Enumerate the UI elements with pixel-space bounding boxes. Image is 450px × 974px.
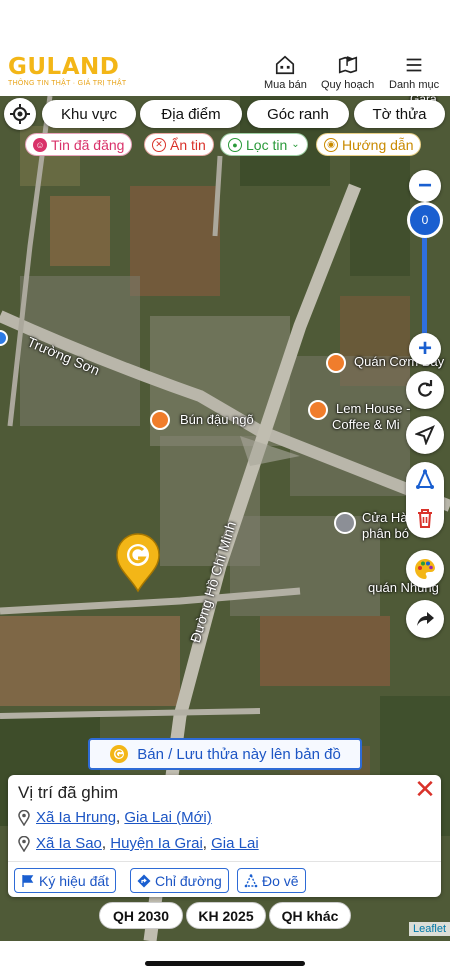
address-new: Xã Ia Hrung, Gia Lai (Mới) [18, 809, 212, 826]
button-label: Chỉ đường [155, 872, 222, 889]
land-symbol-button[interactable]: Ký hiệu đất [14, 868, 117, 893]
zoom-out-button[interactable]: − [409, 170, 441, 202]
tag-loc-tin[interactable]: ● Lọc tin ⌄ [220, 133, 308, 156]
card-title: Vị trí đã ghim [18, 783, 119, 802]
link-huyen-ia-grai[interactable]: Huyện Ia Grai [110, 835, 203, 852]
bottom-safe-area [0, 941, 450, 974]
app-header: GULAND THÔNG TIN THẬT · GIÁ TRỊ THẬT Mua… [0, 0, 450, 96]
palette-icon [415, 558, 435, 579]
leaflet-attribution[interactable]: Leaflet [408, 922, 450, 936]
filter-to-thua[interactable]: Tờ thửa [354, 100, 445, 128]
guland-logo[interactable]: GULAND THÔNG TIN THẬT · GIÁ TRỊ THẬT [8, 54, 127, 88]
zoom-slider-handle[interactable]: 0 [407, 202, 443, 238]
close-card-button[interactable]: ✕ [413, 776, 437, 802]
nav-label: Mua bán [264, 79, 307, 91]
filter-khu-vuc[interactable]: Khu vực [42, 100, 136, 128]
coffee-poi-icon[interactable] [308, 400, 328, 420]
locate-me-button[interactable] [4, 98, 36, 130]
crosshair-icon [10, 104, 30, 124]
poi-label[interactable]: phân bó [362, 526, 409, 541]
navigate-button[interactable] [406, 416, 444, 454]
share-button[interactable] [406, 600, 444, 638]
link-gia-lai[interactable]: Gia Lai [211, 835, 259, 852]
pin-icon: ● [228, 137, 242, 152]
directions-button[interactable]: Chỉ đường [130, 868, 229, 893]
poi-label[interactable]: Lem House - [336, 401, 410, 416]
draw-tools [406, 462, 444, 538]
guland-pin-icon [110, 745, 129, 763]
nav-label: Danh mục [389, 79, 440, 91]
refresh-icon [418, 380, 433, 397]
sell-save-plot-button[interactable]: Bán / Lưu thửa này lên bản đồ [88, 738, 362, 770]
tag-label: Lọc tin [246, 136, 288, 153]
draw-polygon-icon[interactable] [415, 469, 435, 491]
restaurant-poi-icon[interactable] [326, 353, 346, 373]
logo-tagline: THÔNG TIN THẬT · GIÁ TRỊ THẬT [8, 80, 127, 87]
place-poi-icon[interactable] [334, 512, 356, 534]
measure-icon [244, 873, 258, 887]
navigation-arrow-icon [415, 425, 435, 445]
location-pin-icon [18, 835, 30, 852]
share-arrow-icon [417, 612, 434, 626]
address-old: Xã Ia Sao, Huyện Ia Grai, Gia Lai [18, 835, 259, 852]
trash-icon[interactable] [416, 508, 434, 528]
chevron-down-icon: ⌄ [291, 139, 300, 150]
link-xa-ia-sao[interactable]: Xã Ia Sao [36, 835, 102, 852]
kh-2025-button[interactable]: KH 2025 [186, 902, 266, 929]
card-divider [8, 861, 441, 862]
nav-danh-muc[interactable]: Danh mục [389, 54, 439, 91]
restaurant-poi-icon[interactable] [150, 410, 170, 430]
tag-an-tin[interactable]: ✕ Ẩn tin [144, 133, 214, 156]
tag-huong-dan[interactable]: ◉ Hướng dẫn [316, 133, 422, 156]
house-icon [276, 55, 295, 75]
button-label: Ký hiệu đất [39, 872, 110, 889]
directions-icon [137, 874, 151, 887]
button-label: Đo vẽ [262, 872, 299, 889]
smile-icon: ☺ [33, 137, 47, 152]
logo-text: GULAND [8, 54, 120, 80]
qh-2030-button[interactable]: QH 2030 [99, 902, 183, 929]
home-indicator[interactable] [145, 961, 305, 966]
separator: , [202, 835, 212, 852]
layer-style-button[interactable] [406, 550, 444, 588]
tag-tin-da-dang[interactable]: ☺ Tin đã đăng [25, 133, 133, 156]
poi-label[interactable]: Bún đậu ngõ [180, 412, 254, 427]
map-flag-icon [338, 56, 357, 74]
poi-label[interactable]: Cửa Hà [362, 510, 408, 525]
sell-banner-label: Bán / Lưu thửa này lên bản đồ [137, 745, 341, 763]
location-pin-icon [18, 809, 30, 826]
filter-dia-diem[interactable]: Địa điểm [140, 100, 242, 128]
close-circle-icon: ✕ [152, 137, 166, 152]
link-gia-lai-moi[interactable]: Gia Lai (Mới) [124, 809, 211, 826]
filter-goc-ranh[interactable]: Góc ranh [247, 100, 349, 128]
separator: , [101, 835, 111, 852]
tag-label: Hướng dẫn [342, 136, 414, 153]
target-icon: ◉ [324, 137, 338, 152]
measure-button[interactable]: Đo vẽ [237, 868, 306, 893]
tag-label: Tin đã đăng [51, 136, 125, 153]
nav-quy-hoach[interactable]: Quy hoạch [321, 54, 374, 91]
zoom-in-button[interactable]: + [409, 333, 441, 365]
flag-icon [22, 874, 34, 887]
pinned-location-marker[interactable] [114, 533, 162, 593]
qh-other-button[interactable]: QH khác [269, 902, 351, 929]
menu-icon [406, 58, 422, 72]
nav-mua-ban[interactable]: Mua bán [264, 54, 307, 91]
tag-label: Ẩn tin [170, 136, 206, 153]
link-xa-ia-hrung[interactable]: Xã Ia Hrung [36, 809, 116, 826]
poi-label[interactable]: Coffee & Mi [332, 417, 400, 432]
nav-label: Quy hoạch [321, 79, 375, 91]
refresh-button[interactable] [406, 371, 444, 409]
